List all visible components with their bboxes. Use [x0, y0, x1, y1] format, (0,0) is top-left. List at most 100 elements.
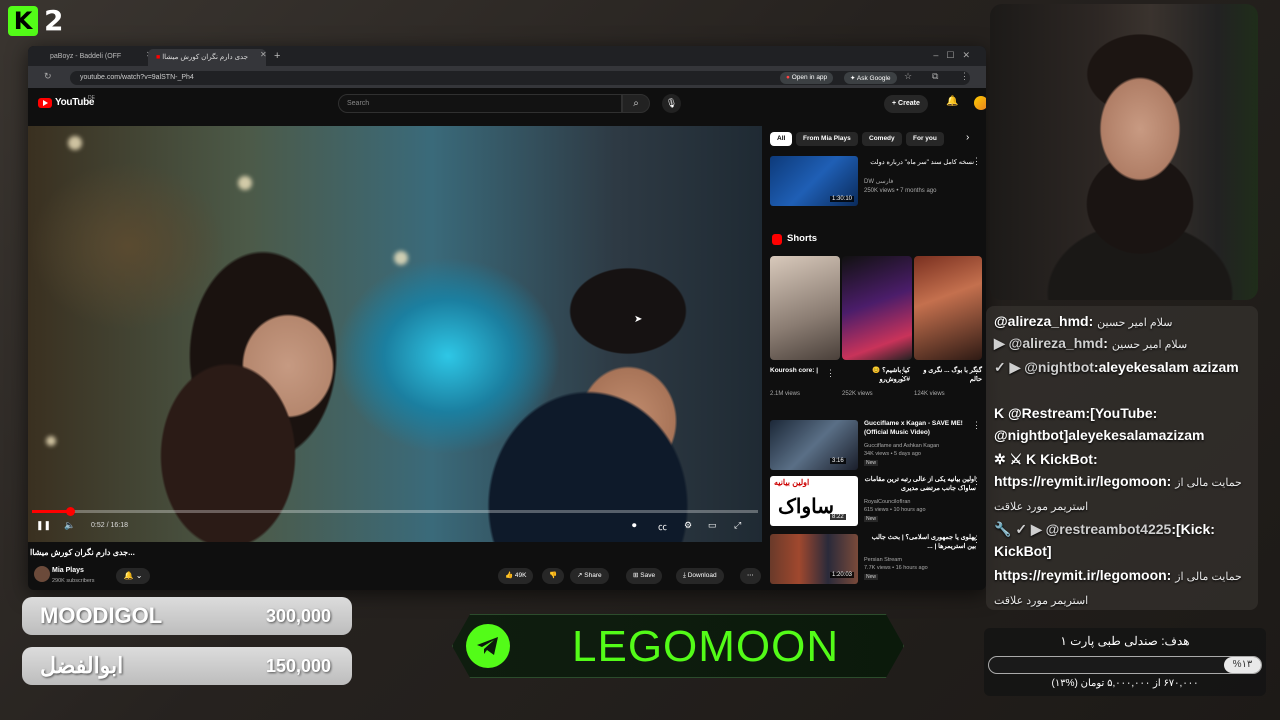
video-progress-fill [32, 510, 70, 513]
tab-label: جدی دارم نگران کورش میشاا [162, 54, 249, 61]
notifications-bell-icon[interactable]: 🔔 [946, 96, 958, 107]
more-actions-button[interactable]: ⋯ [740, 568, 761, 584]
volume-icon[interactable]: 🔈 [64, 520, 75, 531]
short-menu-icon[interactable]: ⋮ [898, 368, 907, 379]
donor-amount: 300,000 [266, 606, 332, 626]
chip-for-you[interactable]: For you [906, 132, 944, 146]
new-badge: New [864, 460, 879, 466]
rec-title[interactable]: پهلوی یا جمهوری اسلامی؟ | بحث جالب بین ا… [864, 534, 976, 551]
open-in-app-button[interactable]: ● Open in app [780, 72, 834, 84]
rec-menu-icon[interactable]: ⋮ [972, 476, 981, 487]
thumbs-up-icon: 👍 [505, 572, 514, 579]
youtube-logo-icon[interactable] [38, 98, 52, 108]
like-button[interactable]: 👍 49K [498, 568, 534, 584]
channel-name[interactable]: Mia Plays [52, 567, 84, 574]
rec-channel: Gucciflame and Ashkan Kagan [864, 443, 940, 449]
save-icon: ⊞ [633, 572, 639, 579]
settings-gear-icon[interactable]: ⚙ [684, 520, 692, 531]
extensions-icon[interactable]: ⧉ [932, 71, 938, 82]
window-controls[interactable]: –☐✕ [933, 50, 978, 61]
rec-meta: DW فارسی 250K views • 7 months ago [864, 178, 936, 196]
fullscreen-icon[interactable]: ⤢ [734, 520, 741, 531]
chip-from-channel[interactable]: From Mia Plays [796, 132, 858, 146]
donor-name: MOODIGOL [40, 603, 163, 628]
chat-message: ✓ ▶ @nightbot:aleyekesalam azizam [994, 359, 1239, 375]
video-time: 0:52 / 16:18 [91, 522, 128, 529]
bot-badge-icon: ✲ ⚔ K [994, 451, 1037, 467]
bookmark-star-icon[interactable]: ☆ [904, 71, 912, 82]
thumbs-down-icon: 👎 [549, 572, 558, 579]
save-button[interactable]: ⊞ Save [626, 568, 663, 584]
url-field[interactable]: youtube.com/watch?v=9alSTN-_Ph4 [70, 71, 970, 85]
short-menu-icon[interactable]: ⋮ [972, 368, 981, 379]
captions-icon[interactable]: ㏄ [658, 520, 667, 533]
chat-message: @alireza_hmd: سلام امیر حسین [994, 313, 1173, 329]
short-thumbnail[interactable] [914, 256, 982, 360]
video-player[interactable] [28, 126, 762, 542]
rec-title[interactable]: نسخه کامل سند "سر ماه" درباره دولت [864, 158, 974, 167]
chat-username: KickBot [1040, 451, 1093, 467]
goal-title: هدف: صندلی طبی پارت ۱ [1060, 634, 1190, 648]
close-tab-icon[interactable]: ✕ [260, 50, 267, 59]
browser-menu-icon[interactable]: ⋮ [960, 71, 969, 82]
rec-duration: 1:30:10 [830, 196, 855, 202]
chat-text: https://reymit.ir/legomoon: [994, 567, 1172, 583]
video-frame-detail [46, 436, 56, 446]
rec-menu-icon[interactable]: ⋮ [972, 420, 981, 431]
rec-title[interactable]: اولین بیانیه یکی از عالی رتبه ترین مقاما… [864, 476, 976, 493]
video-frame-detail [394, 251, 408, 265]
browser-tab[interactable]: paBoyz - Baddeli (OFF [42, 49, 146, 66]
chat-text: سلام امیر حسین [1097, 317, 1173, 329]
short-menu-icon[interactable]: ⋮ [826, 368, 835, 379]
chat-message: 🔧 ✓ ▶ @restreambot4225:[Kick: KickBot] [994, 521, 1215, 559]
telegram-icon [466, 624, 510, 668]
donor-name: ابوالفضل [40, 653, 124, 678]
voice-search-icon[interactable]: 🎙 [662, 94, 681, 113]
video-progress-handle[interactable] [66, 507, 75, 516]
search-button[interactable]: ⌕ [622, 94, 650, 113]
rec-title[interactable]: Gucciflame x Kagan - SAVE ME! (Official … [864, 420, 976, 437]
short-views: 252K views [842, 391, 873, 397]
short-thumbnail[interactable] [770, 256, 840, 360]
mouse-cursor-icon: ➤ [634, 314, 643, 325]
subscriber-count: 290K subscribers [52, 578, 95, 584]
rec-channel: Persian Stream [864, 557, 902, 563]
dislike-button[interactable]: 👎 [542, 568, 565, 584]
create-button[interactable]: + Create [884, 95, 928, 113]
donor-amount: 150,000 [266, 656, 332, 676]
chip-all[interactable]: All [770, 132, 793, 146]
short-thumbnail[interactable] [842, 256, 912, 360]
rec-meta: 7.7K views • 16 hours ago [864, 565, 928, 571]
create-label: Create [898, 100, 920, 107]
reload-icon[interactable]: ↻ [44, 71, 52, 82]
channel-avatar[interactable] [34, 566, 50, 582]
google-lens-icon: ✦ [850, 75, 856, 82]
like-count: 49K [514, 572, 527, 579]
autoplay-toggle-icon[interactable]: ⏺ [632, 520, 637, 531]
ask-google-button[interactable]: ✦ Ask Google [844, 72, 897, 84]
video-frame-detail [68, 136, 82, 150]
search-input[interactable]: Search [338, 94, 622, 113]
goal-progress-fill: %۱۳ [1224, 657, 1261, 673]
subscribed-bell-button[interactable]: 🔔 ⌄ [116, 568, 150, 584]
short-views: 124K views [914, 391, 945, 397]
verified-check-icon: ✓ ▶ [994, 359, 1021, 375]
account-avatar[interactable] [974, 96, 986, 110]
share-icon: ↗ [577, 572, 583, 579]
browser-window: paBoyz - Baddeli (OFF ✕ ■ جدی دارم نگران… [28, 46, 986, 590]
short-views: 2.1M views [770, 391, 801, 397]
miniplayer-icon[interactable]: ▭ [708, 520, 717, 531]
chip-comedy[interactable]: Comedy [862, 132, 902, 146]
chips-next-icon[interactable]: › [966, 132, 969, 143]
pause-icon[interactable]: ❚❚ [36, 520, 51, 531]
new-tab-icon[interactable]: + [274, 50, 280, 62]
rec-menu-icon[interactable]: ⋮ [972, 156, 981, 167]
telegram-handle: LEGOMOON [572, 622, 840, 671]
browser-tab-active[interactable]: ■ جدی دارم نگران کورش میشاا [148, 49, 266, 66]
video-progress-track[interactable] [32, 510, 758, 513]
download-button[interactable]: ⤓ Download [676, 568, 724, 584]
share-button[interactable]: ↗ Share [570, 568, 609, 584]
chat-message: K @Restream:[YouTube: @nightbot]aleyekes… [994, 405, 1205, 443]
chat-text: aleyekesalam azizam [1098, 359, 1239, 375]
rec-menu-icon[interactable]: ⋮ [972, 534, 981, 545]
